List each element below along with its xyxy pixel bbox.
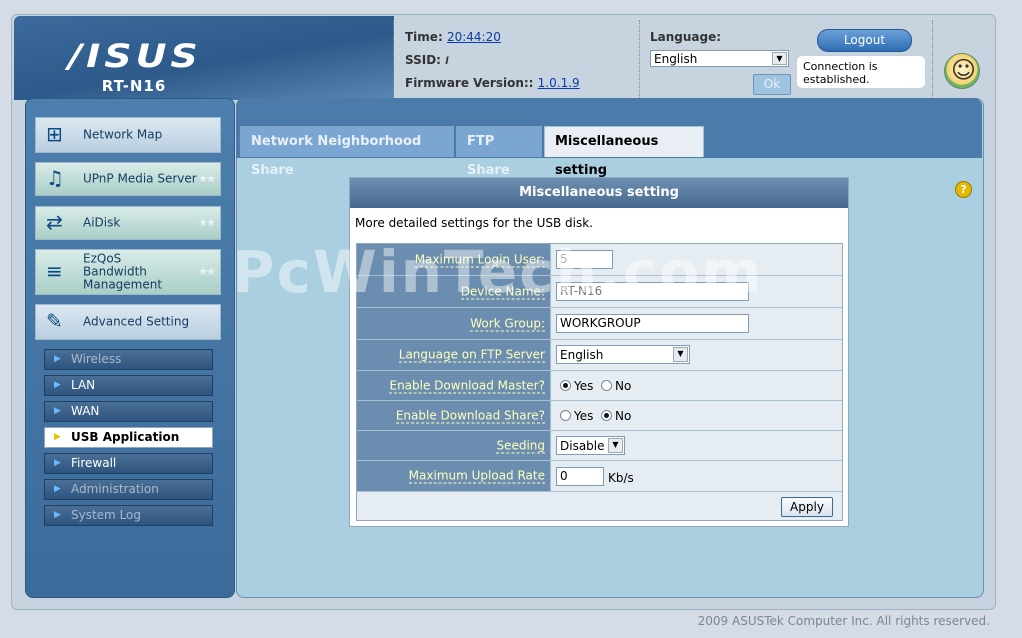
language-label: Language:: [650, 30, 722, 44]
sidebar-item-system-log[interactable]: System Log: [44, 505, 213, 526]
help-icon[interactable]: ?: [955, 181, 972, 198]
sparkle-icon: ★★: [198, 265, 216, 278]
sparkle-icon: ★★: [198, 216, 216, 229]
sidebar-item-ezqos[interactable]: ≡ EzQoS Bandwidth Management ★★: [35, 249, 221, 295]
ftp-language-row: Language on FTP Server English ▼: [357, 340, 842, 371]
header-divider: [932, 20, 933, 98]
apply-row: Apply: [357, 492, 842, 520]
sidebar-item-lan[interactable]: LAN: [44, 375, 213, 396]
sparkle-icon: ★★: [198, 172, 216, 185]
device-name-row: Device Name: RT-N16: [357, 276, 842, 308]
chevron-down-icon: ▼: [608, 438, 623, 453]
seeding-label: Seeding: [496, 438, 545, 453]
ssid-row: SSID: l: [405, 53, 449, 67]
download-master-no-radio[interactable]: [601, 379, 613, 391]
asus-logo: /ISUS: [68, 37, 202, 75]
max-login-row: Maximum Login User: 5: [357, 244, 842, 276]
router-info: Time: 20:44:20 SSID: l Firmware Version:…: [393, 20, 640, 98]
upload-rate-row: Maximum Upload Rate 0 Kb/s: [357, 461, 842, 492]
sidebar-item-wireless[interactable]: Wireless: [44, 349, 213, 370]
network-map-icon: ⊞: [46, 122, 63, 146]
download-share-yes-radio[interactable]: [560, 409, 571, 421]
sidebar-item-usb-application[interactable]: USB Application: [44, 427, 213, 448]
upload-rate-input[interactable]: 0: [556, 467, 604, 486]
connection-status: Connection is established.: [796, 55, 926, 89]
logout-button[interactable]: Logout: [817, 29, 912, 52]
sidebar-item-advanced-setting[interactable]: ✎ Advanced Setting: [35, 304, 221, 340]
download-share-label: Enable Download Share?: [395, 408, 545, 423]
sidebar-item-aidisk[interactable]: ⇄ AiDisk ★★: [35, 206, 221, 240]
tab-miscellaneous-setting[interactable]: Miscellaneous setting: [544, 126, 704, 178]
download-master-yes-radio[interactable]: [560, 379, 571, 391]
time-link[interactable]: 20:44:20: [447, 30, 501, 44]
qos-icon: ≡: [46, 259, 63, 283]
time-row: Time: 20:44:20: [405, 30, 501, 44]
max-login-label: Maximum Login User:: [414, 252, 545, 267]
work-group-label: Work Group:: [470, 316, 545, 331]
max-login-input[interactable]: 5: [556, 250, 613, 269]
language-select[interactable]: English ▼: [650, 50, 789, 67]
download-share-row: Enable Download Share? Yes No: [357, 401, 842, 431]
firmware-link[interactable]: 1.0.1.9: [538, 76, 580, 90]
seeding-row: Seeding Disable ▼: [357, 431, 842, 461]
tab-ftp-share[interactable]: FTP Share: [456, 126, 542, 178]
sidebar-item-administration[interactable]: Administration: [44, 479, 213, 500]
work-group-row: Work Group: WORKGROUP: [357, 308, 842, 340]
panel-description: More detailed settings for the USB disk.: [355, 216, 594, 230]
sidebar-item-wan[interactable]: WAN: [44, 401, 213, 422]
apply-button[interactable]: Apply: [781, 497, 833, 517]
language-ok-button[interactable]: Ok: [753, 74, 791, 95]
tools-icon: ✎: [46, 309, 63, 333]
device-name-label: Device Name:: [460, 284, 545, 299]
upload-rate-unit: Kb/s: [608, 471, 634, 485]
language-area: Language:: [650, 30, 721, 44]
panel-title: Miscellaneous setting: [350, 178, 848, 208]
download-share-no-radio[interactable]: [601, 409, 613, 421]
misc-settings-panel: Miscellaneous setting More detailed sett…: [349, 177, 849, 527]
settings-form: Maximum Login User: 5 Device Name: RT-N1…: [356, 243, 843, 521]
ssid-value: l: [445, 56, 449, 67]
model-name: RT-N16: [101, 77, 167, 95]
tab-network-neighborhood-share[interactable]: Network Neighborhood Share: [240, 126, 454, 178]
aidisk-icon: ⇄: [46, 210, 63, 234]
download-master-label: Enable Download Master?: [389, 378, 545, 393]
ftp-language-label: Language on FTP Server: [398, 347, 545, 363]
copyright-footer: 2009 ASUSTek Computer Inc. All rights re…: [697, 614, 990, 628]
work-group-input[interactable]: WORKGROUP: [556, 314, 749, 333]
firmware-row: Firmware Version:: 1.0.1.9: [405, 76, 580, 90]
device-name-input[interactable]: RT-N16: [556, 282, 749, 301]
media-server-icon: ♫: [46, 166, 64, 190]
seeding-select[interactable]: Disable ▼: [556, 436, 625, 455]
ftp-language-select[interactable]: English ▼: [556, 345, 690, 364]
avatar-icon: [944, 53, 980, 89]
sidebar-item-network-map[interactable]: ⊞ Network Map: [35, 117, 221, 153]
sidebar-item-firewall[interactable]: Firewall: [44, 453, 213, 474]
brand-banner: /ISUS RT-N16: [14, 16, 394, 100]
download-master-row: Enable Download Master? Yes No: [357, 371, 842, 401]
upload-rate-label: Maximum Upload Rate: [408, 468, 545, 484]
chevron-down-icon: ▼: [772, 52, 787, 65]
chevron-down-icon: ▼: [673, 347, 688, 362]
sidebar-item-upnp-media-server[interactable]: ♫ UPnP Media Server ★★: [35, 162, 221, 196]
